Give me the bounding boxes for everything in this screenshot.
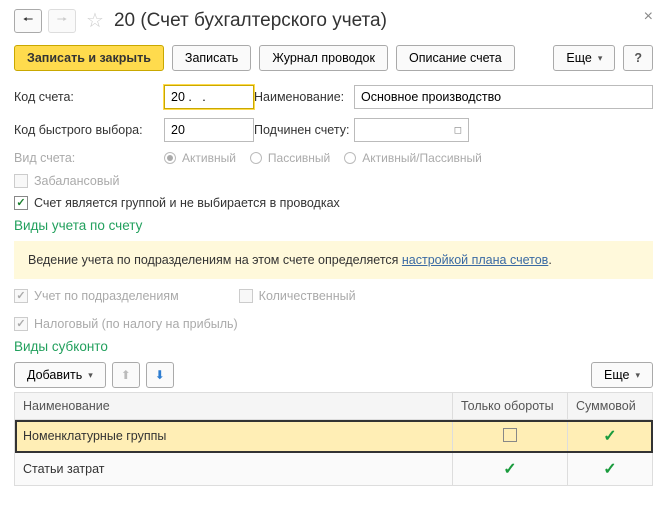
more-button[interactable]: Еще▾ bbox=[553, 45, 615, 71]
save-button[interactable]: Записать bbox=[172, 45, 251, 71]
arrow-up-icon: ⬆ bbox=[121, 368, 131, 382]
close-icon[interactable]: × bbox=[644, 8, 653, 26]
move-up-button[interactable]: ⬆ bbox=[112, 362, 140, 388]
journal-button[interactable]: Журнал проводок bbox=[259, 45, 388, 71]
parent-account-select[interactable]: ◻ bbox=[354, 118, 469, 142]
add-button[interactable]: Добавить▾ bbox=[14, 362, 106, 388]
open-icon: ◻ bbox=[454, 125, 462, 136]
qty-checkbox bbox=[239, 289, 253, 303]
section-subconto-title: Виды субконто bbox=[14, 339, 653, 354]
nav-back-button[interactable]: 🠔 bbox=[14, 9, 42, 33]
table-row[interactable]: Статьи затрат ✓ ✓ bbox=[15, 453, 653, 486]
is-group-label: Счет является группой и не выбирается в … bbox=[34, 196, 340, 210]
by-dept-label: Учет по подразделениям bbox=[34, 289, 179, 303]
chevron-down-icon: ▾ bbox=[635, 370, 640, 381]
col-sum[interactable]: Суммовой bbox=[568, 393, 653, 420]
favorite-icon[interactable]: ☆ bbox=[86, 8, 104, 33]
radio-passive: Пассивный bbox=[250, 151, 330, 165]
subconto-table: Наименование Только обороты Суммовой Ном… bbox=[14, 392, 653, 486]
account-name-input[interactable] bbox=[354, 85, 653, 109]
is-group-checkbox[interactable] bbox=[14, 196, 28, 210]
chevron-down-icon: ▾ bbox=[598, 53, 603, 64]
offbalance-label: Забалансовый bbox=[34, 174, 119, 188]
parent-account-label: Подчинен счету: bbox=[254, 123, 354, 137]
quick-code-label: Код быстрого выбора: bbox=[14, 123, 164, 137]
tax-label: Налоговый (по налогу на прибыль) bbox=[34, 317, 238, 331]
move-down-button[interactable]: ⬇ bbox=[146, 362, 174, 388]
account-code-label: Код счета: bbox=[14, 90, 164, 104]
page-title: 20 (Счет бухгалтерского учета) bbox=[114, 10, 387, 32]
account-code-input[interactable] bbox=[164, 85, 254, 109]
by-dept-checkbox bbox=[14, 289, 28, 303]
subconto-more-button[interactable]: Еще▾ bbox=[591, 362, 653, 388]
account-name-label: Наименование: bbox=[254, 90, 354, 104]
description-button[interactable]: Описание счета bbox=[396, 45, 515, 71]
tax-checkbox bbox=[14, 317, 28, 331]
subconto-turnover[interactable]: ✓ bbox=[453, 453, 568, 486]
col-name[interactable]: Наименование bbox=[15, 393, 453, 420]
subconto-sum[interactable]: ✓ bbox=[568, 420, 653, 453]
nav-forward-button: 🠖 bbox=[48, 9, 76, 33]
arrow-down-icon: ⬇ bbox=[155, 368, 165, 382]
offbalance-checkbox bbox=[14, 174, 28, 188]
subconto-sum[interactable]: ✓ bbox=[568, 453, 653, 486]
help-button[interactable]: ? bbox=[623, 45, 653, 71]
chevron-down-icon: ▾ bbox=[88, 370, 93, 381]
info-bar: Ведение учета по подразделениям на этом … bbox=[14, 241, 653, 279]
section-accounting-title: Виды учета по счету bbox=[14, 218, 653, 233]
plan-settings-link[interactable]: настройкой плана счетов bbox=[402, 253, 548, 267]
subconto-turnover[interactable] bbox=[453, 420, 568, 453]
col-turnover[interactable]: Только обороты bbox=[453, 393, 568, 420]
radio-active-passive: Активный/Пассивный bbox=[344, 151, 482, 165]
subconto-name: Номенклатурные группы bbox=[15, 420, 453, 453]
quick-code-input[interactable] bbox=[164, 118, 254, 142]
qty-label: Количественный bbox=[259, 289, 356, 303]
save-and-close-button[interactable]: Записать и закрыть bbox=[14, 45, 164, 71]
account-type-label: Вид счета: bbox=[14, 151, 164, 165]
table-row[interactable]: Номенклатурные группы ✓ bbox=[15, 420, 653, 453]
subconto-name: Статьи затрат bbox=[15, 453, 453, 486]
radio-active: Активный bbox=[164, 151, 236, 165]
